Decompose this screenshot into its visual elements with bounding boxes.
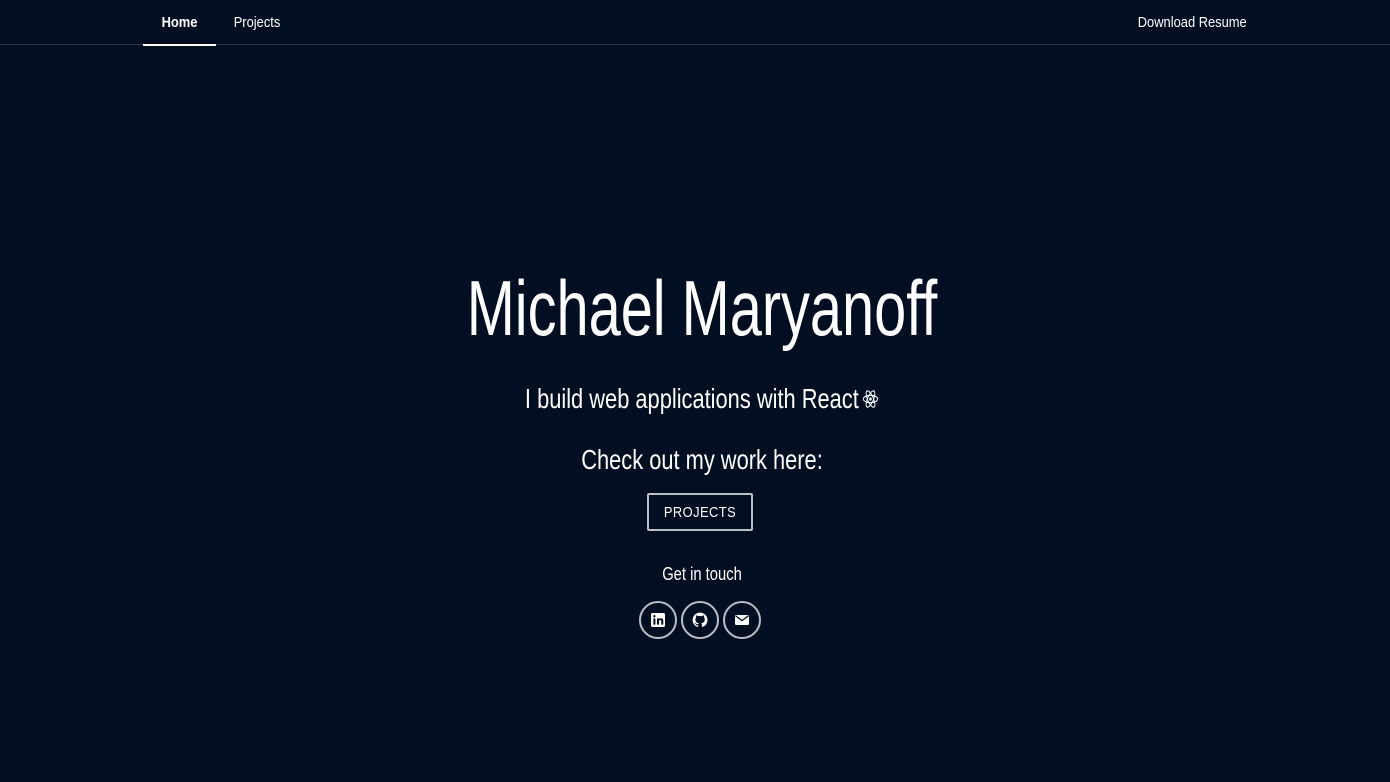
tagline: I build web applications with React (154, 381, 1249, 417)
react-atom-icon (862, 390, 879, 408)
page: Home Projects Download Resume Michael Ma… (0, 0, 1390, 782)
nav-inner: Home Projects Download Resume (143, 0, 1247, 46)
contact-heading: Get in touch (662, 564, 742, 584)
download-resume-link[interactable]: Download Resume (1138, 0, 1247, 45)
top-navbar: Home Projects Download Resume (0, 0, 1390, 46)
tab-home[interactable]: Home (148, 0, 211, 45)
github-icon (692, 612, 708, 628)
hero-section: Michael Maryanoff I build web applicatio… (0, 45, 1390, 782)
social-links (639, 601, 763, 639)
linkedin-button[interactable] (639, 601, 677, 639)
envelope-icon (735, 615, 749, 625)
page-title: Michael Maryanoff (466, 264, 938, 352)
projects-button[interactable]: PROJECTS (647, 493, 753, 531)
github-button[interactable] (681, 601, 719, 639)
projects-button-label: PROJECTS (663, 503, 737, 521)
tagline-text: I build web applications with React (524, 383, 859, 414)
linkedin-icon (651, 613, 665, 627)
email-button[interactable] (723, 601, 761, 639)
work-callout: Check out my work here: (581, 444, 823, 475)
tab-projects[interactable]: Projects (225, 0, 289, 45)
